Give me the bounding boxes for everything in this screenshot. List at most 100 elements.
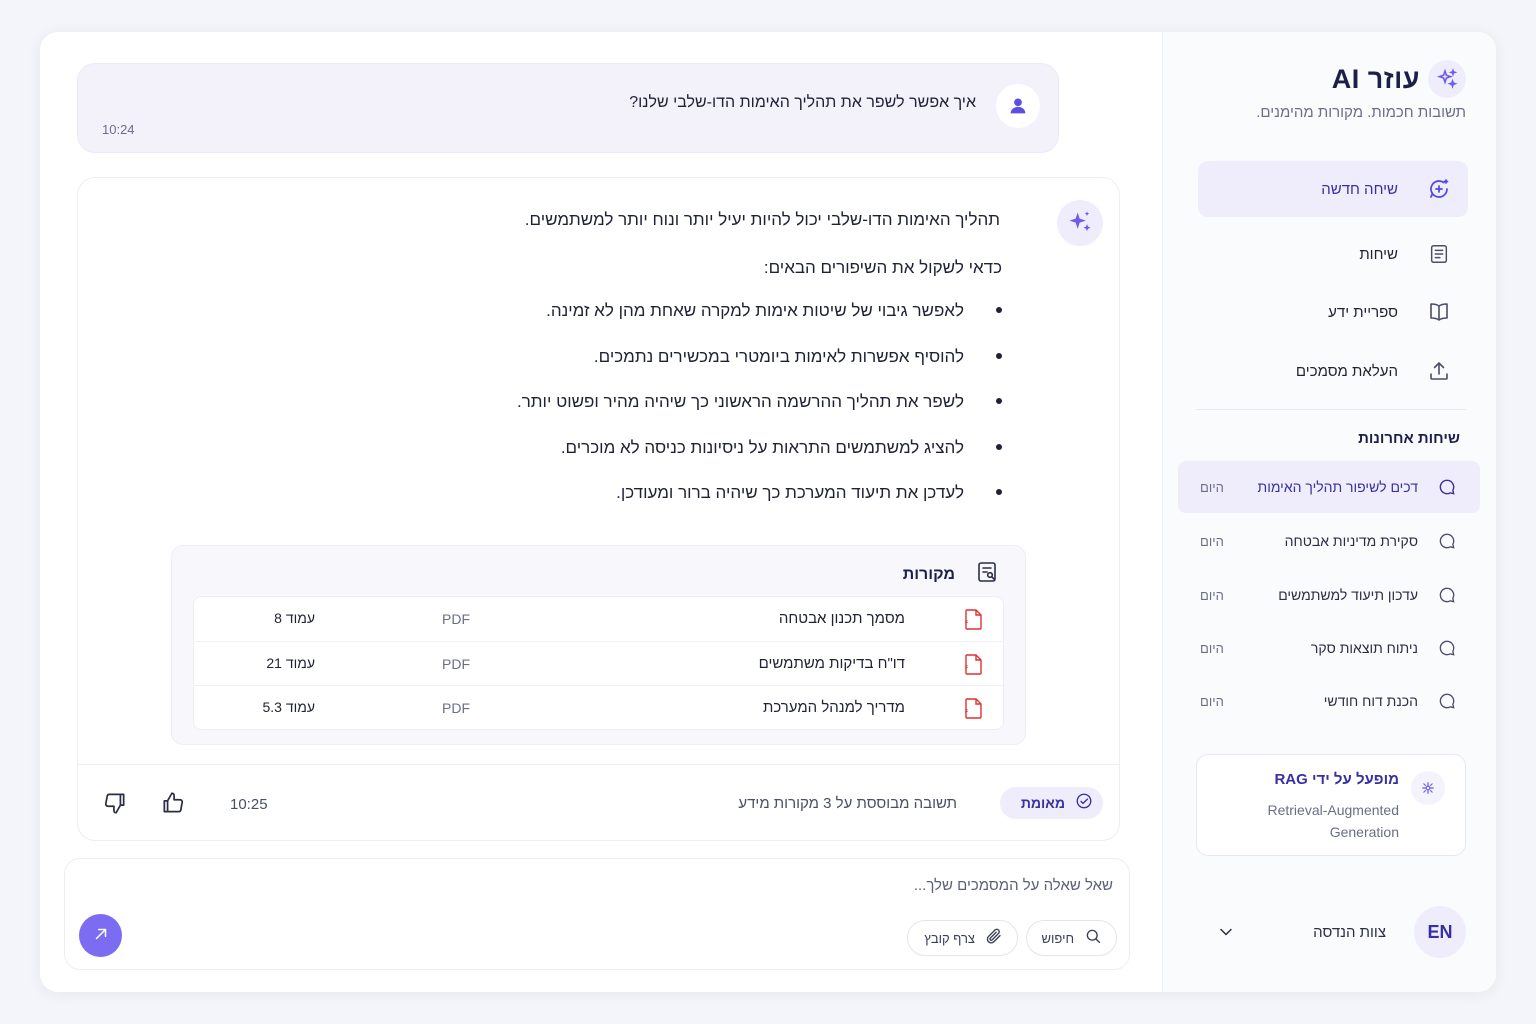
user-message-time: 10:24 <box>102 122 135 137</box>
ai-intro-text: תהליך האימות הדו-שלבי יכול להיות יעיל יו… <box>524 210 1000 229</box>
verified-label: מאומת <box>1020 795 1065 811</box>
recent-chat-time: היום <box>1200 587 1224 603</box>
recent-chat-item[interactable]: סקירת מדיניות אבטחה היום <box>1178 515 1480 567</box>
attach-label: צרף קובץ <box>924 930 975 946</box>
nav-label: שיחה חדשה <box>1321 180 1398 198</box>
ai-message-footer-divider <box>78 764 1119 765</box>
upload-icon <box>1426 358 1452 384</box>
pdf-file-icon: PDF <box>957 653 983 680</box>
rag-network-icon <box>1411 771 1445 805</box>
brand: עוזר AI <box>1332 60 1466 98</box>
recent-chat-time: היום <box>1200 479 1224 495</box>
recent-chat-label: דכים לשיפור תהליך האימות <box>1257 479 1418 495</box>
recent-chat-label: סקירת מדיניות אבטחה <box>1284 533 1418 549</box>
search-button[interactable]: חיפוש <box>1026 920 1117 956</box>
source-row[interactable]: PDF דו"ח בדיקות משתמשים PDF עמוד 21 <box>194 642 1003 687</box>
rag-info-card: מופעל על ידי RAG Retrieval-Augmented Gen… <box>1196 754 1466 856</box>
list-item: להוסיף אפשרות לאימות ביומטרי במכשירים נת… <box>517 334 1003 380</box>
sidebar-divider <box>1196 409 1466 410</box>
team-avatar: EN <box>1414 906 1466 958</box>
source-row[interactable]: PDF מסמך תכנון אבטחה PDF עמוד 8 <box>194 597 1003 642</box>
svg-text:PDF: PDF <box>965 665 968 671</box>
chat-bubble-icon <box>1436 476 1458 498</box>
sources-title: מקורות <box>902 565 955 583</box>
nav-label: העלאת מסמכים <box>1295 362 1398 380</box>
message-input[interactable] <box>213 877 1113 894</box>
recent-chat-item[interactable]: ניתוח תוצאות סקר היום <box>1178 622 1480 674</box>
source-type: PDF <box>442 655 470 672</box>
attach-file-button[interactable]: צרף קובץ <box>907 920 1018 956</box>
message-composer: חיפוש צרף קובץ <box>64 858 1130 970</box>
source-type: PDF <box>442 700 470 717</box>
recent-chat-label: עדכון תיעוד למשתמשים <box>1278 587 1418 603</box>
recent-chat-item[interactable]: דכים לשיפור תהליך האימות היום <box>1178 461 1480 513</box>
send-arrow-icon <box>92 925 110 946</box>
recent-chat-time: היום <box>1200 533 1224 549</box>
team-switcher[interactable]: EN צוות הנדסה <box>1196 906 1466 958</box>
based-on-sources-text: תשובה מבוססת על 3 מקורות מידע <box>738 795 957 812</box>
brand-subtitle: תשובות חכמות. מקורות מהימנים. <box>1256 104 1466 121</box>
thumbs-up-icon[interactable] <box>160 790 186 816</box>
conversations-icon <box>1426 241 1452 267</box>
list-item: לעדכן את תיעוד המערכת כך שיהיה ברור ומעו… <box>517 470 1003 516</box>
source-name: דו"ח בדיקות משתמשים <box>758 654 905 672</box>
svg-text:PDF: PDF <box>965 621 968 627</box>
list-item: להציג למשתמשים התראות על ניסיונות כניסה … <box>517 425 1003 471</box>
ai-message: תהליך האימות הדו-שלבי יכול להיות יעיל יו… <box>77 177 1120 841</box>
book-icon <box>1426 299 1452 325</box>
ai-sparkle-icon <box>1428 60 1466 98</box>
app-window: עוזר AI תשובות חכמות. מקורות מהימנים. שי… <box>40 32 1496 992</box>
send-button[interactable] <box>79 914 122 957</box>
nav-label: ספריית ידע <box>1328 303 1398 321</box>
source-page: עמוד 8 <box>274 610 315 626</box>
recent-chat-label: ניתוח תוצאות סקר <box>1310 640 1418 656</box>
sources-table: PDF מסמך תכנון אבטחה PDF עמוד 8 PDF דו"ח… <box>193 596 1004 730</box>
recent-chat-time: היום <box>1200 640 1224 656</box>
sources-panel: מקורות PDF מסמך תכנון אבטחה PDF עמוד 8 P… <box>171 545 1026 745</box>
nav-conversations[interactable]: שיחות <box>1198 226 1468 282</box>
chat-bubble-icon <box>1436 584 1458 606</box>
recent-chat-time: היום <box>1200 693 1224 709</box>
chat-bubble-icon <box>1436 637 1458 659</box>
source-document-icon <box>975 560 999 589</box>
user-avatar-icon <box>996 84 1040 128</box>
nav-upload-documents[interactable]: העלאת מסמכים <box>1198 343 1468 399</box>
brand-title: עוזר AI <box>1331 63 1420 94</box>
source-page: עמוד 5.3 <box>262 699 315 716</box>
ai-sparkle-icon <box>1057 200 1103 246</box>
list-item: לאפשר גיבוי של שיטות אימות למקרה שאחת מה… <box>517 288 1003 334</box>
search-icon <box>1084 927 1102 950</box>
thumbs-down-icon[interactable] <box>102 790 128 816</box>
verified-badge: מאומת <box>1000 787 1103 819</box>
chat-bubble-icon <box>1436 690 1458 712</box>
recent-chat-item[interactable]: הכנת דוח חודשי היום <box>1178 675 1480 727</box>
source-name: מדריך למנהל המערכת <box>762 699 905 717</box>
list-item: לשפר את תהליך ההרשמה הראשוני כך שיהיה מה… <box>517 379 1003 425</box>
recent-chat-item[interactable]: עדכון תיעוד למשתמשים היום <box>1178 569 1480 621</box>
recent-chat-label: הכנת דוח חודשי <box>1323 693 1418 709</box>
chat-bubble-icon <box>1436 530 1458 552</box>
chevron-down-icon[interactable] <box>1216 922 1236 942</box>
check-circle-icon <box>1075 792 1093 815</box>
source-name: מסמך תכנון אבטחה <box>778 610 905 627</box>
ai-subheading: כדאי לשקול את השיפורים הבאים: <box>763 258 1002 277</box>
sidebar: עוזר AI תשובות חכמות. מקורות מהימנים. שי… <box>1162 32 1496 992</box>
recent-title: שיחות אחרונות <box>1358 430 1460 447</box>
ai-message-time: 10:25 <box>230 796 268 813</box>
user-message: איך אפשר לשפר את תהליך האימות הדו-שלבי ש… <box>77 63 1059 153</box>
source-type: PDF <box>442 611 470 627</box>
paperclip-icon <box>985 927 1003 950</box>
sources-header: מקורות <box>903 560 999 589</box>
source-row[interactable]: PDF מדריך למנהל המערכת PDF עמוד 5.3 <box>194 686 1003 729</box>
pdf-file-icon: PDF <box>957 609 983 635</box>
ai-bullet-list: לאפשר גיבוי של שיטות אימות למקרה שאחת מה… <box>517 288 1003 516</box>
nav-new-chat[interactable]: שיחה חדשה <box>1198 161 1468 217</box>
pdf-file-icon: PDF <box>957 698 983 724</box>
rag-description: Retrieval-Augmented Generation <box>1267 802 1399 840</box>
svg-text:PDF: PDF <box>965 710 968 716</box>
new-chat-icon <box>1426 176 1452 202</box>
search-label: חיפוש <box>1041 930 1074 946</box>
rag-title: מופעל על ידי RAG <box>1274 771 1399 788</box>
nav-knowledge-library[interactable]: ספריית ידע <box>1198 284 1468 340</box>
nav-label: שיחות <box>1359 245 1398 263</box>
